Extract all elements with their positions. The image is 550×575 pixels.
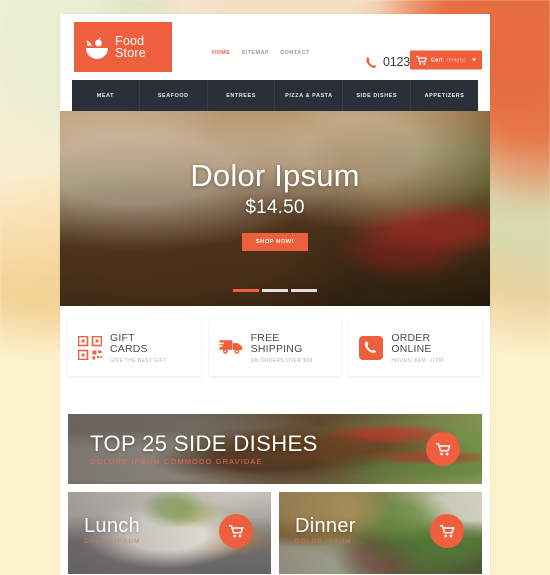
nav-item-seafood[interactable]: SEAFOOD	[140, 80, 208, 111]
hero-title: Dolor Ipsum	[190, 158, 360, 193]
chevron-down-icon	[472, 58, 476, 62]
nav-item-pizza-pasta[interactable]: PIZZA & PASTA	[275, 80, 344, 111]
phone-icon	[365, 56, 378, 69]
hero-slide-dot-1[interactable]	[233, 289, 259, 292]
hero-slider: Dolor Ipsum $14.50 SHOP NOW!	[60, 111, 490, 306]
nav-item-meat[interactable]: MEAT	[72, 80, 140, 111]
cart-icon	[416, 55, 427, 65]
header-nav-contact[interactable]: CONTACT	[280, 50, 310, 56]
shop-now-button[interactable]: SHOP NOW!	[241, 233, 309, 251]
promo-subtitle: DOLORE IPSUM COMMODO GRAVIDAE	[90, 457, 263, 466]
header-nav-home[interactable]: HOME	[212, 50, 230, 56]
site-header: Food Store HOME SITEMAP CONTACT 0123-456…	[60, 14, 490, 80]
main-navigation: MEAT SEAFOOD ENTREES PIZZA & PASTA SIDE …	[72, 80, 478, 111]
header-nav: HOME SITEMAP CONTACT	[212, 50, 310, 56]
cart-icon	[439, 524, 455, 537]
header-nav-sitemap[interactable]: SITEMAP	[241, 50, 269, 56]
feature-title-line-2: ONLINE	[391, 343, 432, 355]
feature-title-line-2: SHIPPING	[250, 343, 303, 355]
phone-square-icon	[359, 336, 384, 360]
promo-dinner[interactable]: Dinner DOLOR IPSUM	[279, 492, 482, 574]
hero-slide-dot-3[interactable]	[291, 289, 317, 292]
cart-button[interactable]: Cart (empty)	[410, 50, 482, 70]
promo-cart-button[interactable]	[219, 514, 253, 548]
feature-subtitle: GIVE THE BEST GIFT	[110, 357, 167, 364]
promo-section: TOP 25 SIDE DISHES DOLORE IPSUM COMMODO …	[68, 414, 482, 574]
promo-subtitle: DOLOR IPSUM	[295, 538, 352, 545]
delivery-truck-icon	[219, 336, 243, 360]
qr-code-icon	[78, 336, 102, 360]
hero-slider-pagination	[233, 289, 317, 292]
cart-icon	[228, 524, 244, 537]
promo-title: TOP 25 SIDE DISHES	[90, 431, 318, 456]
feature-subtitle: ON ORDERS OVER $99	[250, 357, 313, 364]
nav-item-appetizers[interactable]: APPETIZERS	[411, 80, 478, 111]
promo-title: Dinner	[295, 515, 356, 537]
feature-order-online[interactable]: ORDER ONLINE HOURS: 8AM -11PM	[349, 320, 483, 376]
promo-lunch[interactable]: Lunch DOLOR IPSUM	[68, 492, 271, 574]
bowl-food-icon	[84, 35, 110, 59]
hero-slide-dot-2[interactable]	[262, 289, 288, 292]
logo-line-2: Store	[115, 46, 146, 60]
promo-top-side-dishes[interactable]: TOP 25 SIDE DISHES DOLORE IPSUM COMMODO …	[68, 414, 482, 484]
promo-subtitle: DOLOR IPSUM	[84, 538, 141, 545]
promo-cart-button[interactable]	[430, 514, 464, 548]
feature-gift-cards[interactable]: GIFT CARDS GIVE THE BEST GIFT	[68, 320, 201, 376]
website-shell: $ En Food	[60, 14, 490, 575]
feature-free-shipping[interactable]: FREE SHIPPING ON ORDERS OVER $99	[208, 320, 342, 376]
promo-title: Lunch	[84, 515, 140, 537]
cart-label: Cart	[431, 57, 443, 63]
nav-item-entrees[interactable]: ENTREES	[208, 80, 276, 111]
promo-cart-button[interactable]	[426, 432, 460, 466]
feature-subtitle: HOURS: 8AM -11PM	[391, 357, 444, 364]
site-logo[interactable]: Food Store	[74, 22, 172, 72]
feature-boxes: GIFT CARDS GIVE THE BEST GIFT FREE SHIPP…	[68, 320, 483, 376]
nav-item-side-dishes[interactable]: SIDE DISHES	[343, 80, 412, 111]
feature-title-line-2: CARDS	[110, 343, 148, 355]
cart-count: (empty)	[446, 57, 466, 63]
hero-price: $14.50	[245, 197, 305, 218]
logo-text: Food Store	[115, 34, 146, 60]
cart-icon	[435, 442, 451, 455]
